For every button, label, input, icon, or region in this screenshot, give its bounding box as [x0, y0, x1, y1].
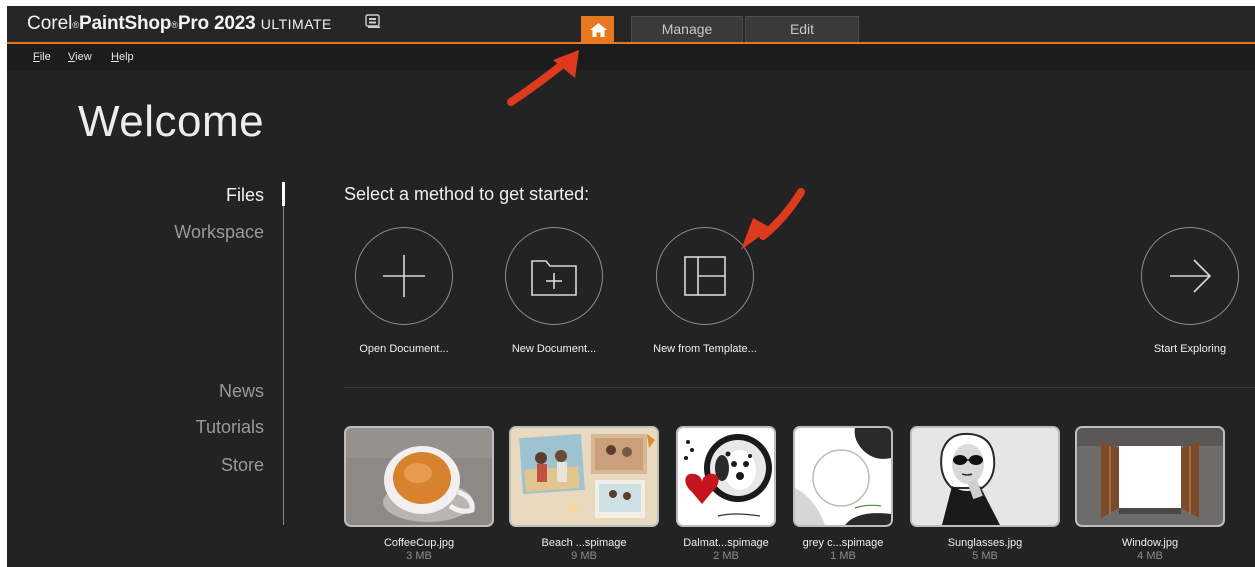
new-document-button[interactable]: New Document...: [484, 227, 624, 356]
recent-file-coffeecup[interactable]: CoffeeCup.jpg 3 MB: [344, 426, 494, 563]
registered-mark-2: ®: [171, 20, 178, 30]
recent-file-dalmatian[interactable]: Dalmat...spimage 2 MB: [676, 426, 776, 563]
tab-manage[interactable]: Manage: [631, 16, 743, 42]
menu-file-accel: F: [33, 51, 40, 63]
open-document-label: Open Document...: [359, 343, 449, 355]
nav-active-indicator: [282, 182, 285, 206]
brand-name: Corel: [27, 13, 73, 34]
grey-template-image: [795, 428, 891, 525]
plus-icon: [383, 255, 425, 297]
start-exploring-circle: [1141, 227, 1239, 325]
open-document-button[interactable]: Open Document...: [334, 227, 474, 356]
registered-mark: ®: [72, 20, 80, 30]
file-size: 4 MB: [1137, 550, 1163, 562]
start-exploring-button[interactable]: Start Exploring: [1120, 227, 1255, 356]
app-title: Corel®PaintShop®Pro 2023 ULTIMATE: [27, 12, 332, 36]
menu-help-accel: H: [111, 51, 119, 63]
menu-view[interactable]: View: [68, 50, 92, 64]
thumbnail-coffeecup: [344, 426, 494, 527]
new-from-template-label: New from Template...: [653, 343, 757, 355]
section-divider: [344, 387, 1255, 388]
window-image: [1077, 428, 1223, 525]
nav-item-store[interactable]: Store: [221, 454, 264, 476]
paintshop-window: Corel®PaintShop®Pro 2023 ULTIMATE Manage…: [7, 6, 1255, 567]
sunglasses-portrait-image: [912, 428, 1058, 525]
beach-collage-image: [511, 428, 657, 525]
coffee-cup-image: [346, 428, 492, 525]
nav-item-workspace[interactable]: Workspace: [174, 221, 264, 243]
thumbnail-grey: [793, 426, 893, 527]
recent-file-sunglasses[interactable]: Sunglasses.jpg 5 MB: [910, 426, 1060, 563]
start-exploring-label: Start Exploring: [1153, 343, 1227, 355]
menu-file[interactable]: File: [33, 50, 51, 64]
product-version: Pro 2023: [177, 13, 256, 34]
file-size: 2 MB: [713, 550, 739, 562]
folder-plus-icon: [531, 260, 577, 296]
menu-bar: File View Help: [7, 44, 1255, 70]
tab-home[interactable]: [581, 16, 614, 42]
file-name: grey c...spimage: [802, 537, 884, 549]
thumbnail-beach: [509, 426, 659, 527]
nav-item-news[interactable]: News: [219, 380, 264, 402]
edition-label: ULTIMATE: [260, 16, 332, 32]
menu-view-label: iew: [75, 51, 92, 63]
menu-help[interactable]: Help: [111, 50, 134, 64]
dalmatian-image: [678, 428, 774, 525]
title-bar: Corel®PaintShop®Pro 2023 ULTIMATE Manage…: [7, 6, 1255, 43]
product-name: PaintShop: [79, 13, 172, 34]
annotation-arrow-template: [741, 188, 805, 250]
arrow-right-icon: [1170, 259, 1212, 293]
menu-file-label: ile: [39, 51, 51, 63]
thumbnail-sunglasses: [910, 426, 1060, 527]
open-document-circle: [355, 227, 453, 325]
menu-help-label: elp: [118, 51, 134, 63]
file-name: CoffeeCup.jpg: [383, 537, 455, 549]
page-title: Welcome: [78, 97, 265, 146]
file-name: Beach ...spimage: [541, 537, 627, 549]
file-size: 5 MB: [972, 550, 998, 562]
new-document-circle: [505, 227, 603, 325]
file-size: 3 MB: [406, 550, 432, 562]
file-name: Dalmat...spimage: [683, 537, 769, 549]
app-badge-icon: [365, 14, 380, 28]
home-icon: [590, 23, 607, 37]
thumbnail-window: [1075, 426, 1225, 527]
nav-item-files[interactable]: Files: [226, 184, 264, 206]
nav-item-tutorials[interactable]: Tutorials: [196, 416, 264, 438]
file-name: Window.jpg: [1121, 537, 1179, 549]
file-size: 9 MB: [571, 550, 597, 562]
tab-edit[interactable]: Edit: [745, 16, 859, 42]
thumbnail-dalmatian: [676, 426, 776, 527]
annotation-arrow-home: [507, 50, 579, 106]
file-name: Sunglasses.jpg: [947, 537, 1023, 549]
recent-file-window[interactable]: Window.jpg 4 MB: [1075, 426, 1225, 563]
new-document-label: New Document...: [511, 343, 597, 355]
recent-file-grey[interactable]: grey c...spimage 1 MB: [793, 426, 893, 563]
file-size: 1 MB: [830, 550, 856, 562]
nav-rail: [283, 182, 284, 525]
recent-file-beach[interactable]: Beach ...spimage 9 MB: [509, 426, 659, 563]
get-started-prompt: Select a method to get started:: [344, 184, 590, 204]
